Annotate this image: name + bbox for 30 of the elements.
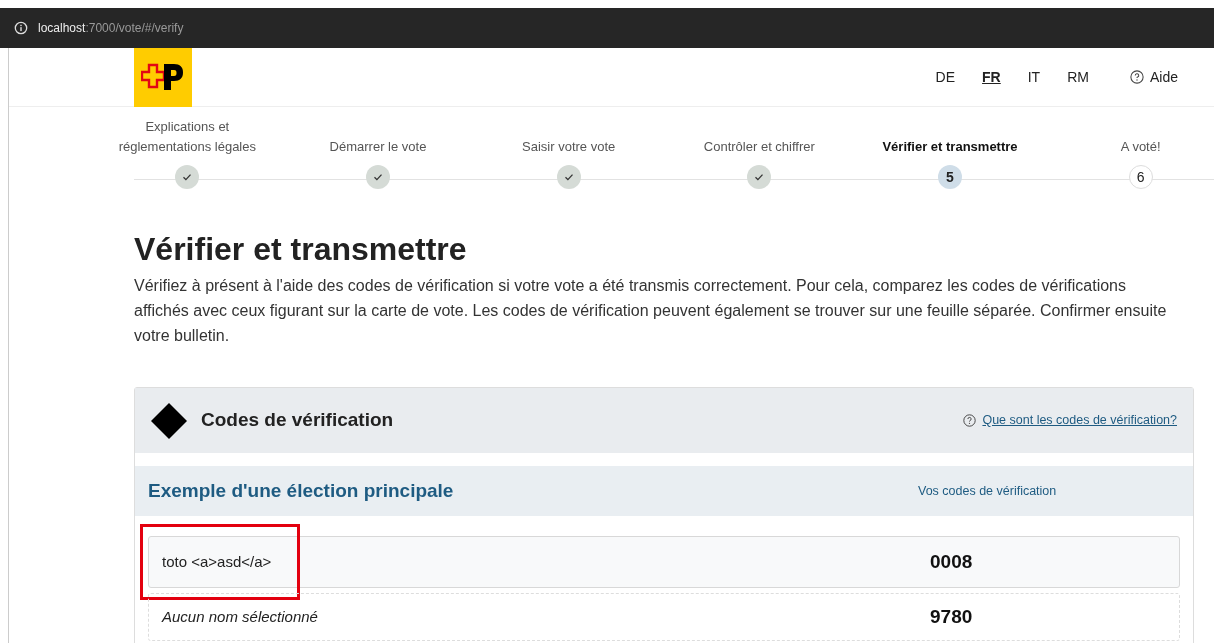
language-link[interactable]: DE	[935, 66, 956, 88]
step-label: Contrôler et chiffrer	[702, 138, 816, 156]
card-title: Codes de vérification	[201, 408, 394, 433]
verification-code: 9780	[930, 604, 974, 629]
url-text: localhost:7000/vote/#/verify	[38, 20, 184, 37]
help-icon	[1129, 70, 1144, 84]
step-label: Vérifier et transmettre	[881, 138, 1019, 156]
diamond-icon	[151, 402, 187, 439]
page-title: Vérifier et transmettre	[134, 230, 468, 269]
address-bar[interactable]: localhost:7000/vote/#/verify	[0, 8, 1214, 48]
help-icon	[963, 414, 977, 427]
step-label: Saisir votre vote	[521, 138, 617, 156]
verification-code: 0008	[930, 549, 974, 574]
help-link[interactable]: Aide	[1129, 66, 1178, 88]
info-icon	[14, 21, 28, 35]
language-link[interactable]: FR	[982, 66, 1001, 88]
section-title: Exemple d'une élection principale	[148, 478, 455, 503]
language-link[interactable]: IT	[1027, 66, 1041, 88]
step-label: A voté!	[1119, 138, 1162, 156]
candidate-name: toto <a>asd</a>	[162, 551, 273, 572]
step-number: 6	[1128, 165, 1153, 189]
language-link[interactable]: RM	[1067, 66, 1089, 88]
column-heading: Vos codes de vérification	[918, 482, 1058, 500]
logo[interactable]	[134, 47, 192, 107]
intro-paragraph: Vérifiez à présent à l'aide des codes de vérification si votre vote a été transmis correctement. Pour cela, comparez les codes de vérifications affichés avec ceux figurant sur la carte de vote. Les codes de vérification peuvent également se trouver sur une feuille séparée. Confirmer ensuite votre bulletin.	[134, 276, 1168, 346]
candidate-name: Aucun nom sélectionné	[162, 606, 319, 627]
info-link[interactable]: Que sont les codes de vérification?	[963, 411, 1177, 430]
step-number: 5	[938, 165, 962, 189]
step-label: Démarrer le vote	[328, 138, 428, 156]
step-label: Explications et réglementations légales	[117, 118, 257, 156]
